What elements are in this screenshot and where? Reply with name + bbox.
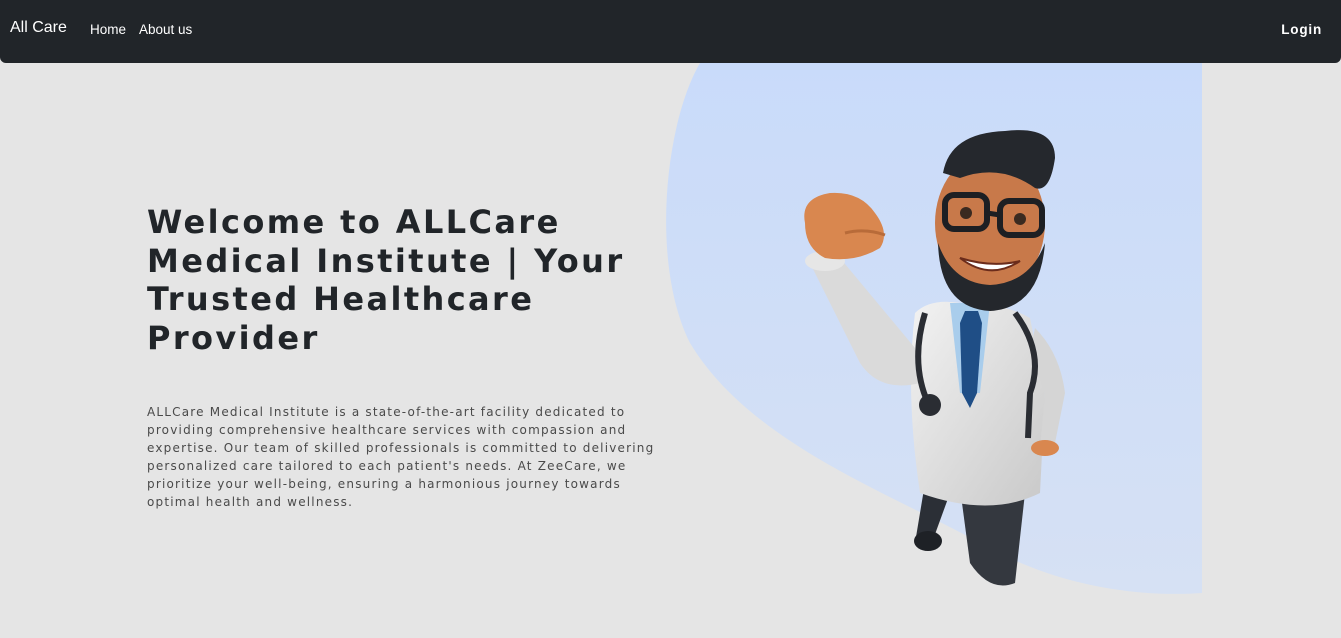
nav-link-home[interactable]: Home — [90, 22, 126, 37]
nav-links: Home About us — [90, 22, 192, 37]
hero-description: ALLCare Medical Institute is a state-of-… — [147, 405, 655, 509]
login-button[interactable]: Login — [1281, 22, 1322, 37]
hero-title: Welcome to ALLCare Medical Institute | Y… — [147, 203, 625, 357]
navbar: All Care Home About us Login — [0, 0, 1341, 63]
nav-link-about[interactable]: About us — [139, 22, 192, 37]
brand-logo[interactable]: All Care — [10, 19, 67, 37]
hero-illustration — [666, 63, 1202, 594]
